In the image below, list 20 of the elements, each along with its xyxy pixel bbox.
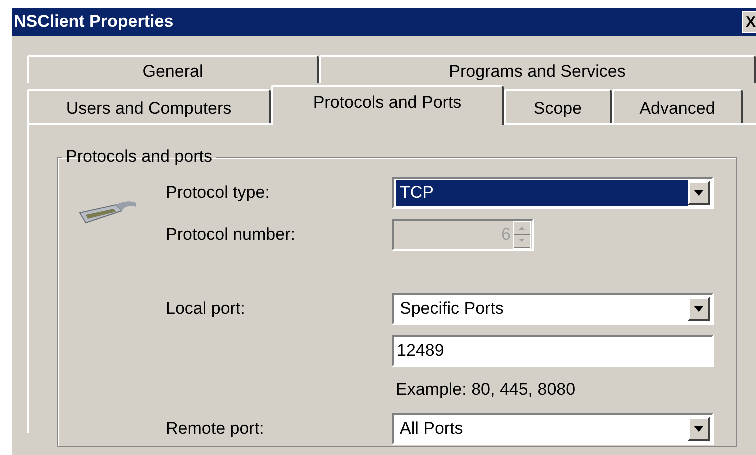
field-label: Local port: bbox=[166, 299, 246, 318]
dropdown[interactable]: TCP bbox=[392, 177, 714, 209]
window-title: NSClient Properties bbox=[13, 12, 174, 32]
tab[interactable]: General bbox=[27, 55, 319, 83]
tab[interactable]: Advanced bbox=[612, 89, 743, 123]
tab[interactable]: Protocols and Ports bbox=[271, 85, 504, 125]
close-button[interactable]: X bbox=[742, 11, 756, 33]
example-hint: Example: 80, 445, 8080 bbox=[395, 380, 576, 400]
group-label: Protocols and ports bbox=[65, 147, 214, 167]
port-input-field[interactable]: 12489 bbox=[392, 335, 714, 367]
tab[interactable]: Scope bbox=[504, 89, 612, 123]
tab[interactable]: Programs and Services bbox=[319, 55, 756, 83]
dropdown-value: Specific Ports bbox=[399, 298, 505, 320]
field-label: Protocol number: bbox=[166, 225, 296, 244]
dropdown-value: TCP bbox=[396, 180, 688, 206]
dropdown[interactable]: Specific Ports bbox=[392, 293, 714, 325]
dropdown-value: All Ports bbox=[399, 418, 464, 440]
field-label: Remote port: bbox=[166, 419, 264, 438]
dropdown[interactable]: All Ports bbox=[392, 413, 714, 445]
field-label: Protocol type: bbox=[166, 183, 270, 202]
